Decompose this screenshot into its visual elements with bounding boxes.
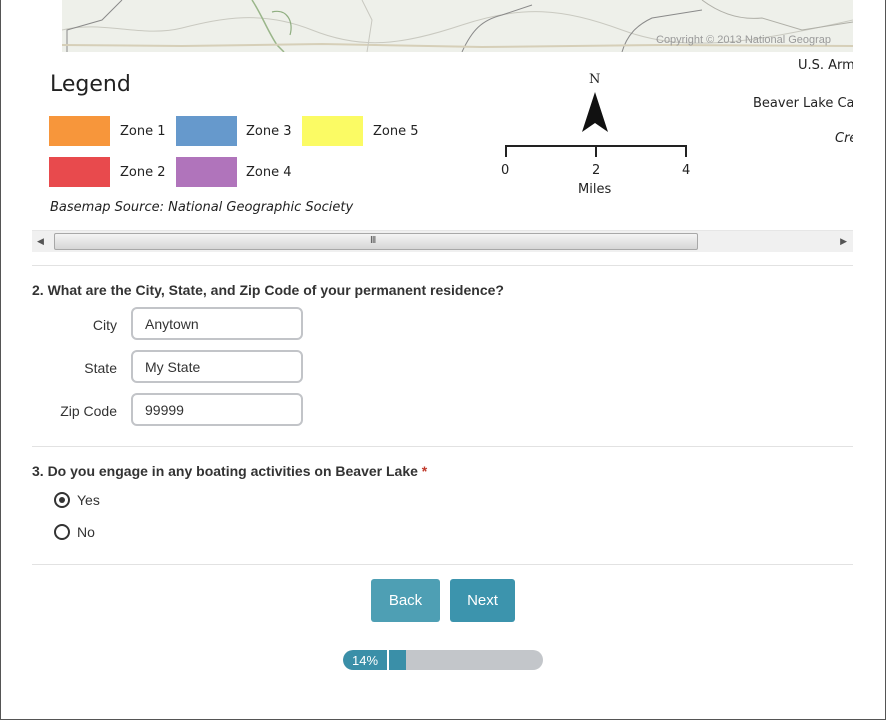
map-image[interactable]: Copyright © 2013 National Geograp Legend… <box>32 0 853 230</box>
divider <box>32 564 853 565</box>
zone-4-swatch <box>176 157 237 187</box>
divider <box>32 265 853 266</box>
question-3-text: 3. Do you engage in any boating activiti… <box>32 463 418 479</box>
map-label-us-army: U.S. Arm <box>798 58 853 73</box>
scroll-left-arrow-icon[interactable]: ◀ <box>37 236 44 247</box>
scale-tick-0: 0 <box>501 163 510 178</box>
question-3-title: 3. Do you engage in any boating activiti… <box>32 463 427 479</box>
zone-4-label: Zone 4 <box>246 165 292 180</box>
back-button[interactable]: Back <box>371 579 440 622</box>
north-label: N <box>589 72 601 87</box>
map-copyright: Copyright © 2013 National Geograp <box>656 34 832 46</box>
option-no[interactable]: No <box>54 523 95 541</box>
map-label-credit: Cre <box>835 131 853 146</box>
legend-title: Legend <box>50 72 131 97</box>
progress-label: 14% <box>351 653 379 668</box>
zip-code-label: Zip Code <box>60 403 117 419</box>
zone-5-swatch <box>302 116 363 146</box>
zone-2-swatch <box>49 157 110 187</box>
option-yes[interactable]: Yes <box>54 491 100 509</box>
scale-bar <box>505 145 687 157</box>
next-button[interactable]: Next <box>450 579 515 622</box>
scrollbar-grip-icon: III <box>370 235 376 246</box>
zone-3-swatch <box>176 116 237 146</box>
scale-unit: Miles <box>578 182 612 197</box>
radio-yes[interactable] <box>54 492 70 508</box>
question-2-title: 2. What are the City, State, and Zip Cod… <box>32 282 504 298</box>
divider <box>32 446 853 447</box>
zone-1-swatch <box>49 116 110 146</box>
progress-separator <box>387 650 389 670</box>
required-marker: * <box>421 463 428 479</box>
basemap-source: Basemap Source: National Geographic Soci… <box>50 200 354 215</box>
scale-tick-2: 2 <box>592 163 601 178</box>
scale-tick-4: 4 <box>682 163 691 178</box>
option-yes-label: Yes <box>77 492 100 508</box>
city-label: City <box>92 317 117 333</box>
option-no-label: No <box>77 524 95 540</box>
map-horizontal-scrollbar[interactable]: ◀ III ▶ <box>32 230 853 252</box>
scrollbar-thumb[interactable]: III <box>54 233 698 250</box>
radio-no[interactable] <box>54 524 70 540</box>
state-field[interactable] <box>131 350 303 383</box>
scroll-right-arrow-icon[interactable]: ▶ <box>840 236 847 247</box>
north-arrow-icon <box>582 92 608 132</box>
city-field[interactable] <box>131 307 303 340</box>
zone-2-label: Zone 2 <box>120 165 166 180</box>
map-label-beaver-lake: Beaver Lake Car <box>753 96 853 111</box>
zone-1-label: Zone 1 <box>120 124 166 139</box>
progress-bar: 14% <box>343 650 543 670</box>
zip-code-field[interactable] <box>131 393 303 426</box>
zone-3-label: Zone 3 <box>246 124 292 139</box>
state-label: State <box>84 360 117 376</box>
survey-frame: Copyright © 2013 National Geograp Legend… <box>0 0 886 720</box>
zone-5-label: Zone 5 <box>373 124 419 139</box>
